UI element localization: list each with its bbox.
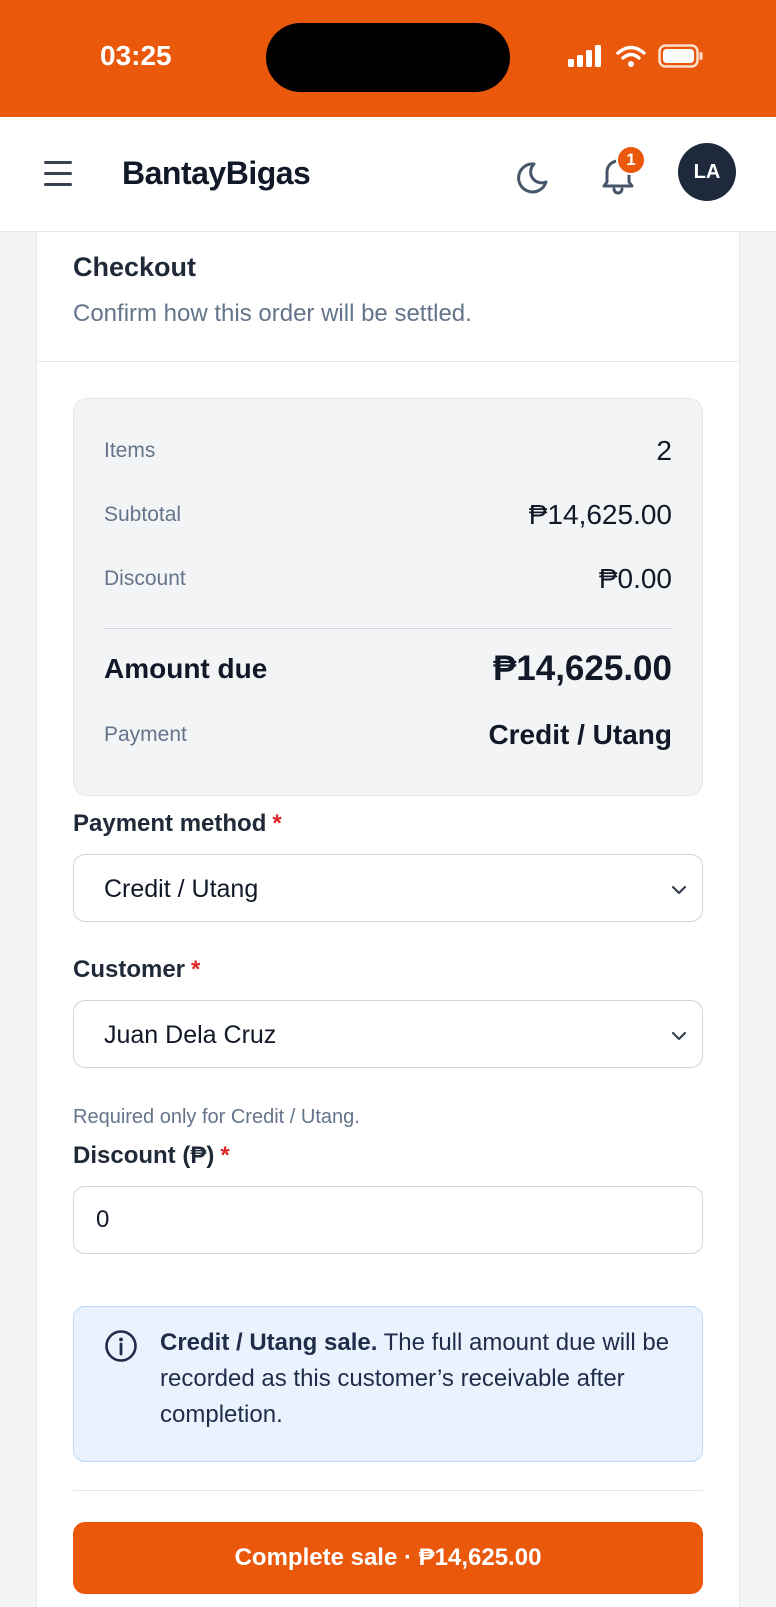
discount-input[interactable] <box>73 1186 703 1254</box>
app-header: BantayBigas 1 LA <box>0 117 776 232</box>
required-mark: * <box>220 1142 230 1169</box>
dynamic-island <box>266 23 510 92</box>
items-label: Items <box>104 439 156 462</box>
amount-due-label: Amount due <box>104 653 268 684</box>
summary-divider <box>104 628 672 629</box>
summary-row-payment: Payment Credit / Utang <box>104 719 672 751</box>
card-header: Checkout Confirm how this order will be … <box>37 232 739 362</box>
payment-label: Payment <box>104 723 187 746</box>
customer-hint: Required only for Credit / Utang. <box>73 1106 360 1128</box>
signal-icon <box>568 45 601 67</box>
required-mark: * <box>191 956 201 983</box>
notice-text: Credit / Utang sale. The full amount due… <box>160 1325 676 1433</box>
status-bar: 03:25 <box>0 0 776 117</box>
status-icons <box>568 44 704 68</box>
battery-icon <box>658 44 703 68</box>
subtotal-value: ₱14,625.00 <box>528 499 672 530</box>
summary-row-discount: Discount ₱0.00 <box>104 563 672 595</box>
payment-method-label: Payment method * <box>73 810 282 838</box>
customer-select[interactable]: Juan Dela Cruz <box>73 1000 703 1068</box>
notice-bold: Credit / Utang sale. <box>160 1329 378 1356</box>
items-value: 2 <box>656 435 672 466</box>
checkout-card: Checkout Confirm how this order will be … <box>36 232 740 1607</box>
moon-icon[interactable] <box>516 155 558 197</box>
wifi-icon <box>616 45 646 67</box>
summary-row-subtotal: Subtotal ₱14,625.00 <box>104 499 672 531</box>
payment-method-select[interactable]: Credit / Utang <box>73 854 703 922</box>
discount-label: Discount <box>104 567 186 590</box>
customer-value: Juan Dela Cruz <box>104 1021 277 1049</box>
chevron-down-icon <box>671 885 687 895</box>
notification-badge: 1 <box>616 145 646 175</box>
page-title: Checkout <box>73 252 197 282</box>
chevron-down-icon <box>671 1031 687 1041</box>
required-mark: * <box>272 810 282 837</box>
complete-sale-button[interactable]: Complete sale · ₱14,625.00 <box>73 1522 703 1594</box>
order-summary: Items 2 Subtotal ₱14,625.00 Discount ₱0.… <box>73 398 703 796</box>
payment-method-label-text: Payment method <box>73 810 267 837</box>
discount-value: ₱0.00 <box>598 563 672 594</box>
footer-divider <box>73 1490 703 1491</box>
credit-notice: Credit / Utang sale. The full amount due… <box>73 1306 703 1462</box>
subtotal-label: Subtotal <box>104 503 182 526</box>
summary-row-items: Items 2 <box>104 435 672 467</box>
menu-icon[interactable] <box>44 153 84 193</box>
info-icon <box>105 1330 137 1362</box>
payment-value: Credit / Utang <box>488 719 672 750</box>
amount-due-value: ₱14,625.00 <box>492 649 672 688</box>
brand-title: BantayBigas <box>122 155 311 191</box>
status-time: 03:25 <box>100 40 172 71</box>
payment-method-value: Credit / Utang <box>104 875 259 903</box>
customer-label-text: Customer <box>73 956 186 983</box>
discount-field-label: Discount (₱) * <box>73 1142 230 1170</box>
discount-field-label-text: Discount (₱) <box>73 1142 215 1169</box>
summary-row-amount-due: Amount due ₱14,625.00 <box>104 649 672 689</box>
page-subtitle: Confirm how this order will be settled. <box>73 300 472 327</box>
customer-label: Customer * <box>73 956 200 984</box>
avatar[interactable]: LA <box>678 143 736 201</box>
